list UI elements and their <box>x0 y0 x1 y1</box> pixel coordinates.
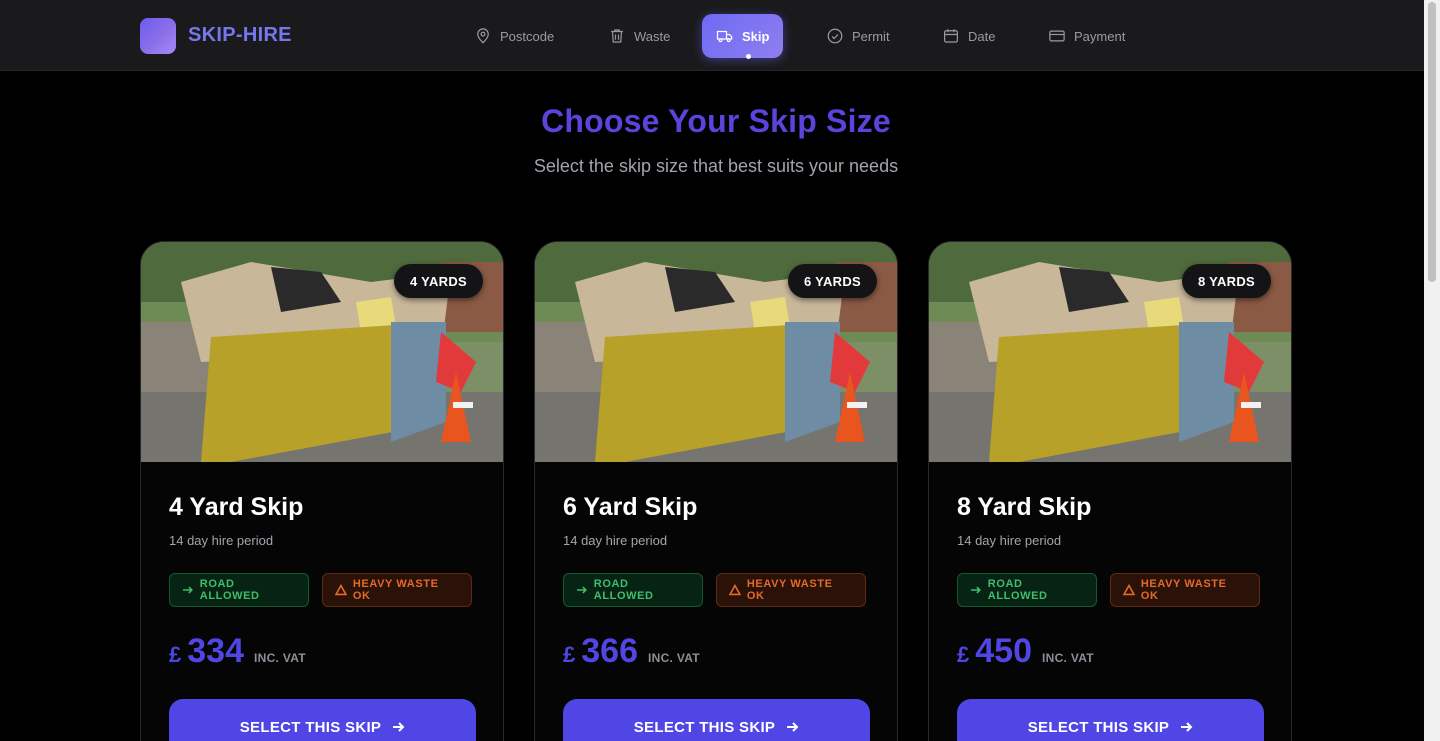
select-skip-button[interactable]: SELECT THIS SKIP <box>563 699 870 741</box>
currency-symbol: £ <box>957 642 970 667</box>
button-label: SELECT THIS SKIP <box>633 718 776 736</box>
heavy-waste-tag: HEAVY WASTE OK <box>716 573 866 607</box>
skip-title: 6 Yard Skip <box>563 493 698 521</box>
road-allowed-tag: ROAD ALLOWED <box>169 573 309 607</box>
price: £ 334 INC. VAT <box>169 632 306 671</box>
warning-triangle-icon <box>729 584 741 596</box>
skip-image: 6 YARDS <box>535 242 897 462</box>
step-label: Payment <box>1074 28 1126 44</box>
vat-label: INC. VAT <box>1041 651 1094 665</box>
select-skip-button[interactable]: SELECT THIS SKIP <box>169 699 476 741</box>
select-skip-button[interactable]: SELECT THIS SKIP <box>957 699 1264 741</box>
tag-label: HEAVY WASTE OK <box>746 578 833 602</box>
price-amount: 450 <box>975 632 1032 670</box>
brand-name: SKIP-HIRE <box>188 24 292 46</box>
button-label: SELECT THIS SKIP <box>239 718 382 736</box>
arrow-right-icon <box>576 586 587 594</box>
arrow-right-icon <box>393 722 405 732</box>
skip-card[interactable]: 4 YARDS 4 Yard Skip 14 day hire period R… <box>140 241 504 741</box>
credit-card-icon <box>1049 30 1065 42</box>
yard-size-badge: 6 YARDS <box>787 264 877 298</box>
page-title: Choose Your Skip Size <box>541 103 891 139</box>
heavy-waste-tag: HEAVY WASTE OK <box>322 573 472 607</box>
page-subtitle: Select the skip size that best suits you… <box>533 156 899 176</box>
skip-card[interactable]: 6 YARDS 6 Yard Skip 14 day hire period R… <box>534 241 898 741</box>
road-allowed-tag: ROAD ALLOWED <box>957 573 1097 607</box>
button-label: SELECT THIS SKIP <box>1027 718 1170 736</box>
price: £ 450 INC. VAT <box>957 632 1094 671</box>
step-waste[interactable]: Waste <box>594 14 684 58</box>
skip-image: 8 YARDS <box>929 242 1291 462</box>
warning-triangle-icon <box>1123 584 1135 596</box>
skip-image: 4 YARDS <box>141 242 503 462</box>
tag-label: ROAD ALLOWED <box>593 578 654 602</box>
warning-triangle-icon <box>335 584 347 596</box>
step-postcode[interactable]: Postcode <box>460 14 568 58</box>
top-navigation-bar: SKIP-HIRE Postcode Waste Skip Permit Dat… <box>0 0 1424 71</box>
calendar-icon <box>944 29 958 43</box>
trash-icon <box>611 29 623 43</box>
step-label: Waste <box>634 28 671 44</box>
tag-label: ROAD ALLOWED <box>199 578 260 602</box>
hire-period: 14 day hire period <box>169 533 274 548</box>
logo-icon <box>140 18 176 54</box>
yard-size-badge: 8 YARDS <box>1181 264 1271 298</box>
step-payment[interactable]: Payment <box>1034 14 1139 58</box>
skip-card[interactable]: 8 YARDS 8 Yard Skip 14 day hire period R… <box>928 241 1292 741</box>
price-amount: 366 <box>581 632 638 670</box>
tag-label: HEAVY WASTE OK <box>1140 578 1227 602</box>
arrow-right-icon <box>970 586 981 594</box>
hire-period: 14 day hire period <box>563 533 668 548</box>
hire-period: 14 day hire period <box>957 533 1062 548</box>
tag-label: ROAD ALLOWED <box>987 578 1048 602</box>
price: £ 366 INC. VAT <box>563 632 700 671</box>
step-label: Skip <box>742 28 770 44</box>
heavy-waste-tag: HEAVY WASTE OK <box>1110 573 1260 607</box>
truck-icon <box>716 30 733 43</box>
step-label: Date <box>968 28 996 44</box>
step-skip[interactable]: Skip <box>702 14 784 58</box>
skip-title: 8 Yard Skip <box>957 493 1092 521</box>
price-amount: 334 <box>187 632 244 670</box>
step-permit[interactable]: Permit <box>812 14 904 58</box>
step-date[interactable]: Date <box>928 14 1009 58</box>
vat-label: INC. VAT <box>647 651 700 665</box>
road-allowed-tag: ROAD ALLOWED <box>563 573 703 607</box>
step-label: Postcode <box>500 28 555 44</box>
arrow-right-icon <box>1181 722 1193 732</box>
active-step-indicator <box>746 54 751 59</box>
arrow-right-icon <box>787 722 799 732</box>
check-circle-icon <box>827 28 843 44</box>
skip-title: 4 Yard Skip <box>169 493 304 521</box>
map-pin-icon <box>477 28 489 44</box>
tag-label: HEAVY WASTE OK <box>352 578 439 602</box>
currency-symbol: £ <box>169 642 182 667</box>
step-label: Permit <box>852 28 890 44</box>
yard-size-badge: 4 YARDS <box>393 264 483 298</box>
scrollbar-thumb[interactable] <box>1428 2 1436 282</box>
arrow-right-icon <box>182 586 193 594</box>
currency-symbol: £ <box>563 642 576 667</box>
vat-label: INC. VAT <box>253 651 306 665</box>
